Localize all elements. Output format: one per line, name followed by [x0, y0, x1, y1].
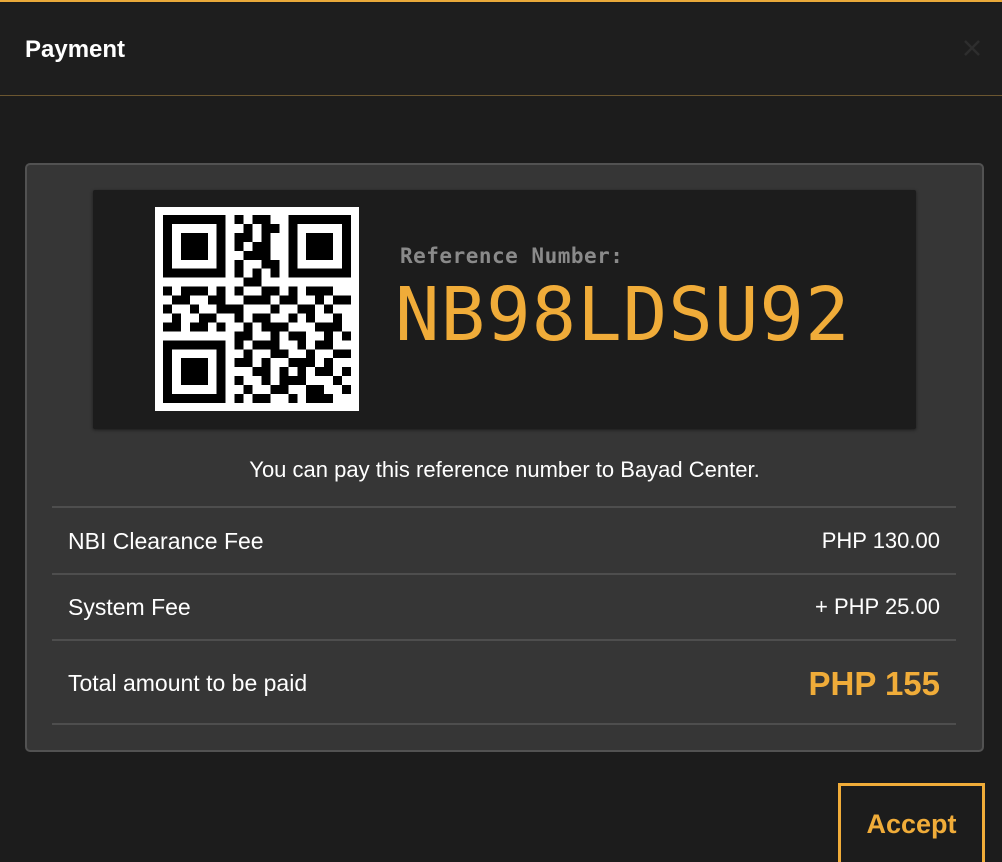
- payment-card: Reference Number: NB98LDSU92 You can pay…: [25, 163, 984, 752]
- reference-label: Reference Number:: [400, 244, 624, 268]
- payment-modal: Payment Reference Number: NB98LDSU92 You…: [0, 0, 1002, 862]
- reference-number: NB98LDSU92: [395, 272, 851, 358]
- fee-label: System Fee: [68, 594, 191, 620]
- total-row: Total amount to be paid PHP 155: [52, 639, 956, 725]
- modal-header: Payment: [0, 4, 1002, 96]
- fee-value: PHP 130.00: [821, 528, 940, 553]
- total-label: Total amount to be paid: [68, 670, 308, 696]
- fee-row: NBI Clearance Fee PHP 130.00: [52, 506, 956, 573]
- total-amount: PHP 155: [808, 665, 940, 702]
- fee-value: + PHP 25.00: [815, 594, 940, 619]
- qr-code-icon: [155, 207, 359, 411]
- modal-title: Payment: [25, 36, 126, 63]
- close-icon[interactable]: [961, 37, 983, 59]
- reference-panel: Reference Number: NB98LDSU92: [93, 190, 916, 429]
- fee-row: System Fee + PHP 25.00: [52, 573, 956, 639]
- fee-label: NBI Clearance Fee: [68, 528, 264, 554]
- payment-note: You can pay this reference number to Bay…: [249, 457, 760, 482]
- accept-button[interactable]: Accept: [838, 783, 985, 862]
